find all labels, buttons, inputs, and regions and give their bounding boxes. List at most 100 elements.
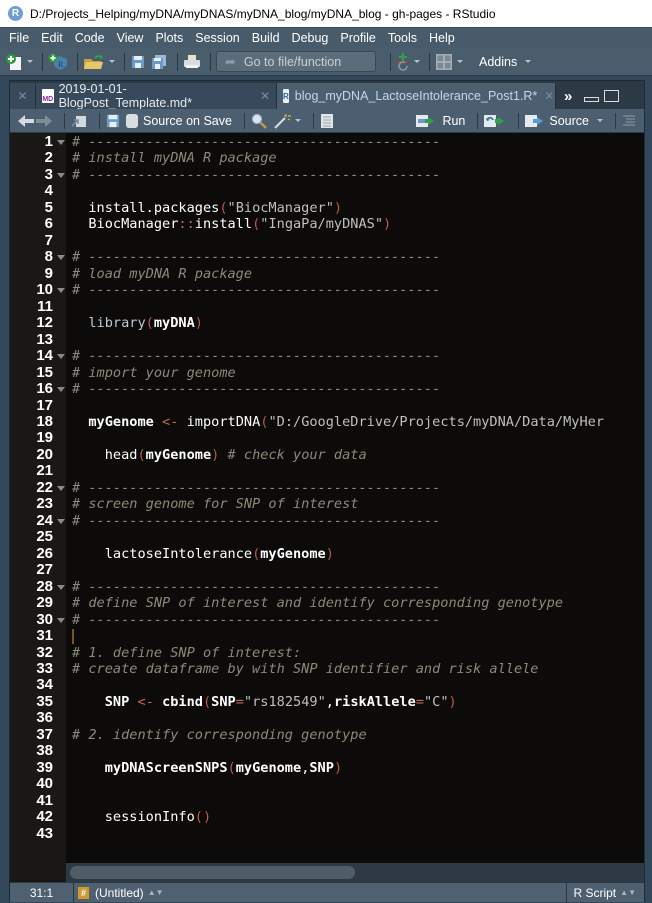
chevron-down-icon[interactable] [457,60,463,63]
code-line[interactable]: 26 lactoseIntolerance(myGenome) [10,545,644,562]
pane-layout-button[interactable] [435,51,463,73]
menu-build[interactable]: Build [247,31,285,45]
code-line[interactable]: 27 [10,561,644,578]
chevron-down-icon[interactable] [109,60,115,63]
menu-debug[interactable]: Debug [287,31,334,45]
chevron-down-icon[interactable] [27,60,33,63]
fold-toggle-icon[interactable] [57,354,65,360]
git-button[interactable] [396,51,420,73]
document-outline-button[interactable] [622,114,636,127]
run-button[interactable]: Run [416,114,465,128]
new-file-button[interactable] [5,51,33,73]
code-line[interactable]: 17 [10,397,644,414]
menu-tools[interactable]: Tools [383,31,422,45]
code-line[interactable]: 28 # ------------------------------------… [10,578,644,595]
tab-lactose-intolerance-script[interactable]: R blog_myDNA_LactoseIntolerance_Post1.R*… [277,83,556,109]
code-line[interactable]: 12 library(myDNA) [10,314,644,331]
fold-toggle-icon[interactable] [57,288,65,294]
code-line[interactable]: 2 # install myDNA R package [10,149,644,166]
source-button[interactable]: Source [525,114,603,128]
code-line[interactable]: 23 # screen genome for SNP of interest [10,495,644,512]
code-line[interactable]: 7 [10,232,644,249]
code-line[interactable]: 32 # 1. define SNP of interest: [10,644,644,661]
code-line[interactable]: 40 [10,775,644,792]
menu-file[interactable]: File [4,31,34,45]
code-line[interactable]: 13 [10,331,644,348]
code-line[interactable]: 15 # import your genome [10,364,644,381]
horizontal-scrollbar[interactable] [66,863,644,882]
maximize-pane-icon[interactable] [604,90,620,102]
menu-edit[interactable]: Edit [36,31,68,45]
menu-view[interactable]: View [112,31,149,45]
code-line[interactable]: 16 # ------------------------------------… [10,380,644,397]
menu-profile[interactable]: Profile [335,31,380,45]
fold-toggle-icon[interactable] [57,485,65,491]
code-line[interactable]: 35 SNP <- cbind(SNP="rs182549",riskAllel… [10,693,644,710]
scrollbar-thumb[interactable] [70,866,355,879]
code-line[interactable]: 10 # ------------------------------------… [10,281,644,298]
fold-toggle-icon[interactable] [57,255,65,261]
menu-session[interactable]: Session [190,31,244,45]
code-line[interactable]: 5 install.packages("BiocManager") [10,199,644,216]
open-file-button[interactable] [83,51,115,73]
code-line[interactable]: 6 BiocManager::install("IngaPa/myDNAS") [10,215,644,232]
menu-help[interactable]: Help [424,31,460,45]
code-line[interactable]: 29 # define SNP of interest and identify … [10,594,644,611]
fold-toggle-icon[interactable] [57,172,65,178]
file-type-selector[interactable]: R Script ▲▼ [566,882,644,903]
code-line[interactable]: 24 # ------------------------------------… [10,512,644,529]
source-on-save-toggle[interactable]: Source on Save [126,113,232,128]
code-line[interactable]: 22 # ------------------------------------… [10,479,644,496]
code-line[interactable]: 25 [10,528,644,545]
code-line[interactable]: 4 [10,182,644,199]
code-line[interactable]: 11 [10,298,644,315]
compile-report-button[interactable] [320,113,334,129]
fold-toggle-icon[interactable] [57,617,65,623]
code-line[interactable]: 41 [10,792,644,809]
addins-menu[interactable]: Addins [479,55,532,69]
back-button[interactable] [18,114,34,127]
code-line[interactable]: 36 [10,709,644,726]
code-line[interactable]: 38 [10,742,644,759]
forward-button[interactable] [36,114,52,127]
code-lines[interactable]: 1 # -------------------------------------… [10,133,644,842]
code-line[interactable]: 9 # load myDNA R package [10,265,644,282]
fold-toggle-icon[interactable] [57,387,65,393]
code-line[interactable]: 18 myGenome <- importDNA("D:/GoogleDrive… [10,413,644,430]
code-line[interactable]: 21 [10,462,644,479]
save-all-button[interactable] [150,51,168,73]
source-on-save-checkbox[interactable] [126,113,138,128]
code-line[interactable]: 14 # ------------------------------------… [10,347,644,364]
fold-toggle-icon[interactable] [57,584,65,590]
close-icon[interactable]: ✕ [544,89,554,103]
code-line[interactable]: 20 head(myGenome) # check your data [10,446,644,463]
code-line[interactable]: 34 [10,676,644,693]
print-button[interactable] [183,51,201,73]
save-button[interactable] [130,51,146,73]
close-icon[interactable]: ✕ [260,89,270,103]
goto-file-function-input[interactable]: ➦ Go to file/function [216,51,376,72]
find-replace-button[interactable] [251,113,267,129]
show-more-tabs-icon[interactable]: » [564,88,572,105]
code-line[interactable]: 31 [10,627,644,644]
scope-selector[interactable]: # (Untitled) ▲▼ [74,886,164,900]
code-line[interactable]: 3 # -------------------------------------… [10,166,644,183]
code-line[interactable]: 37 # 2. identify corresponding genotype [10,726,644,743]
tab-blogpost-template[interactable]: MD 2019-01-01-BlogPost_Template.md* ✕ [36,82,277,110]
save-file-button[interactable] [106,114,120,128]
code-line[interactable]: 33 # create dataframe by with SNP identif… [10,660,644,677]
chevron-down-icon[interactable] [597,119,603,122]
code-line[interactable]: 43 [10,825,644,842]
tab-close-previous[interactable]: ✕ [10,83,36,109]
show-in-window-button[interactable] [71,114,87,128]
fold-toggle-icon[interactable] [57,518,65,524]
code-line[interactable]: 30 # ------------------------------------… [10,611,644,628]
code-line[interactable]: 8 # -------------------------------------… [10,248,644,265]
code-tools-button[interactable] [273,113,301,129]
menu-code[interactable]: Code [70,31,110,45]
new-project-button[interactable]: R [48,51,68,73]
fold-toggle-icon[interactable] [57,140,65,145]
code-line[interactable]: 19 [10,429,644,446]
rerun-button[interactable] [484,114,506,128]
code-line[interactable]: 1 # -------------------------------------… [10,133,644,150]
